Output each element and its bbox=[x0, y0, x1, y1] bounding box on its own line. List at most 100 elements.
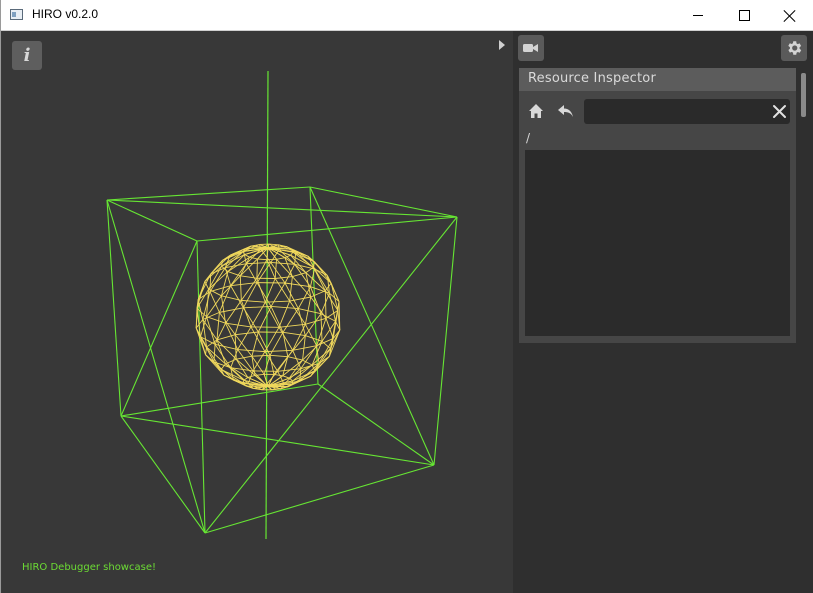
sphere-edge bbox=[278, 300, 291, 328]
cube-edge bbox=[120, 240, 198, 417]
showcase-caption: HIRO Debugger showcase! bbox=[22, 562, 156, 573]
close-window-button[interactable] bbox=[767, 0, 813, 31]
sphere-edge bbox=[270, 306, 284, 333]
scene-canvas[interactable] bbox=[2, 31, 513, 593]
sphere-edge bbox=[304, 313, 322, 336]
sphere-edge bbox=[218, 285, 232, 313]
sphere-edge bbox=[240, 275, 257, 279]
cube-edge bbox=[309, 186, 458, 218]
sphere-edge bbox=[239, 275, 242, 301]
sphere-edge bbox=[237, 349, 265, 353]
sphere-edge bbox=[234, 334, 253, 357]
info-button[interactable]: i bbox=[12, 41, 42, 70]
sphere-edge bbox=[260, 249, 272, 263]
sphere-edge bbox=[213, 361, 234, 381]
sphere-edge bbox=[324, 290, 327, 319]
sphere-edge bbox=[278, 323, 306, 328]
sphere-edge bbox=[270, 262, 295, 265]
sphere-edge bbox=[290, 251, 294, 256]
sphere-edge bbox=[269, 354, 288, 358]
sphere-edge bbox=[292, 272, 306, 277]
sphere-edge bbox=[225, 323, 239, 350]
sphere-edge bbox=[257, 258, 267, 261]
sphere-edge bbox=[269, 332, 284, 356]
side-panel: Resource Inspector / bbox=[513, 31, 813, 593]
sphere-edge bbox=[208, 271, 229, 290]
sphere-edge bbox=[244, 254, 250, 258]
app-icon bbox=[10, 9, 23, 20]
side-panel-scrollbar[interactable] bbox=[801, 73, 806, 117]
sphere-edge bbox=[276, 257, 285, 260]
minimize-icon bbox=[693, 15, 703, 16]
sphere-edge bbox=[237, 349, 254, 372]
sphere-edge bbox=[241, 299, 266, 303]
sphere-edge bbox=[214, 323, 226, 345]
cube-edge bbox=[196, 216, 458, 242]
close-icon[interactable] bbox=[772, 104, 787, 119]
wireframe-sphere bbox=[195, 243, 341, 391]
sphere-edge bbox=[234, 307, 244, 335]
home-icon[interactable] bbox=[528, 103, 544, 119]
sphere-edge bbox=[311, 348, 331, 366]
sphere-edge bbox=[284, 282, 311, 288]
sphere-edge bbox=[289, 276, 293, 302]
sphere-edge bbox=[287, 356, 303, 361]
sphere-edge bbox=[310, 356, 330, 377]
sphere-edge bbox=[302, 340, 323, 361]
cube-edge bbox=[120, 415, 435, 466]
cube-edge bbox=[106, 199, 198, 242]
resource-tree-view[interactable] bbox=[525, 150, 790, 336]
cube-edge bbox=[106, 199, 122, 417]
sphere-edge bbox=[270, 282, 286, 307]
triangle-right-icon[interactable] bbox=[499, 40, 505, 50]
video-camera-icon bbox=[523, 44, 538, 52]
resource-inspector-header[interactable]: Resource Inspector bbox=[519, 68, 796, 91]
camera-button[interactable] bbox=[518, 35, 544, 61]
sphere-edge bbox=[251, 331, 259, 357]
sphere-edge bbox=[325, 318, 334, 339]
sphere-edge bbox=[274, 278, 291, 302]
sphere-edge bbox=[310, 286, 330, 294]
sphere-edge bbox=[264, 349, 293, 353]
cube-edge bbox=[120, 383, 319, 417]
sphere-edge bbox=[282, 331, 306, 337]
sphere-edge bbox=[225, 263, 247, 269]
maximize-icon bbox=[738, 10, 750, 21]
cube-edge bbox=[106, 199, 458, 218]
cube-edge bbox=[204, 464, 435, 534]
sphere-edge bbox=[320, 313, 323, 342]
sphere-edge bbox=[265, 300, 290, 303]
cube-edge bbox=[433, 216, 458, 466]
cube-edge bbox=[106, 199, 206, 534]
minimize-button[interactable] bbox=[675, 0, 721, 31]
info-icon: i bbox=[23, 44, 31, 66]
sphere-edge bbox=[240, 300, 252, 328]
sphere-edge bbox=[275, 276, 293, 279]
cube-edge bbox=[317, 383, 435, 466]
maximize-button[interactable] bbox=[721, 0, 767, 31]
window-title: HIRO v0.2.0 bbox=[32, 7, 99, 21]
resource-path-label: / bbox=[526, 131, 531, 145]
sphere-edge bbox=[256, 278, 266, 303]
undo-arrow-icon[interactable] bbox=[557, 103, 575, 119]
resource-inspector-panel: Resource Inspector / bbox=[519, 68, 796, 343]
cube-edge bbox=[120, 415, 206, 534]
sphere-edge bbox=[225, 300, 242, 324]
sphere-edge bbox=[298, 308, 322, 315]
sphere-edge bbox=[205, 346, 208, 355]
title-bar[interactable]: HIRO v0.2.0 bbox=[1, 0, 813, 31]
sphere-edge bbox=[313, 261, 315, 268]
close-icon bbox=[784, 10, 796, 22]
gear-icon bbox=[788, 41, 802, 55]
sphere-edge bbox=[195, 308, 198, 329]
sphere-edge bbox=[256, 258, 258, 279]
wireframe-cube bbox=[106, 186, 458, 534]
sphere-edge bbox=[289, 300, 306, 325]
app-window: HIRO v0.2.0 i HIRO Debugger showcase! Re… bbox=[0, 0, 813, 593]
sphere-edge bbox=[227, 271, 241, 277]
3d-viewport[interactable]: i HIRO Debugger showcase! bbox=[2, 31, 513, 593]
settings-button[interactable] bbox=[781, 35, 807, 61]
cube-edge bbox=[106, 186, 311, 201]
resource-inspector-title: Resource Inspector bbox=[528, 71, 656, 86]
resource-search-input[interactable] bbox=[584, 99, 790, 124]
